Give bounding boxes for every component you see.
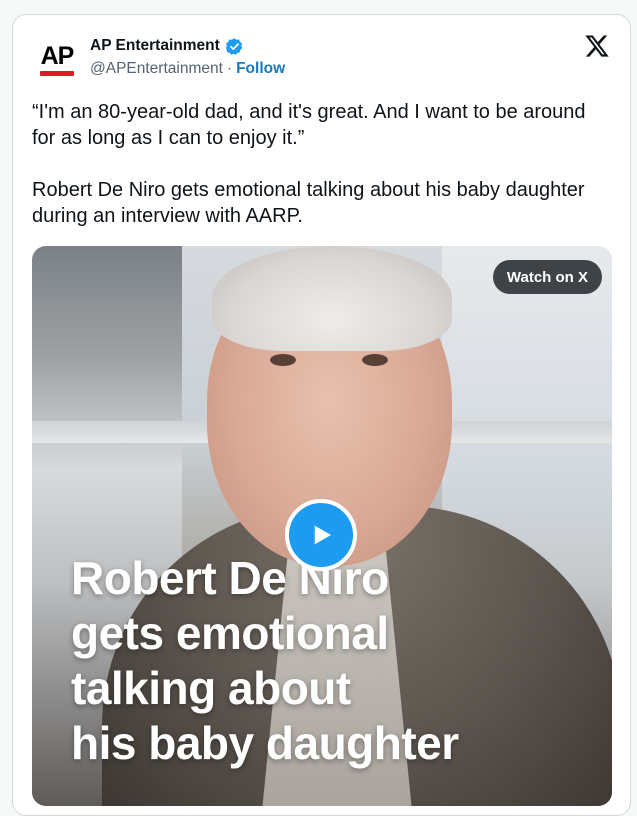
verified-badge-icon: [225, 37, 243, 55]
avatar[interactable]: AP: [33, 33, 81, 81]
x-logo-icon[interactable]: [584, 33, 610, 59]
tweet-header: AP AP Entertainment @APEntertainment · F…: [33, 33, 614, 85]
author-handle[interactable]: @APEntertainment: [90, 60, 223, 78]
video-player[interactable]: Watch on X Robert De Niro gets emotional…: [32, 246, 612, 806]
headline-line: gets emotional: [71, 607, 389, 659]
video-headline: Robert De Niro gets emotional talking ab…: [71, 551, 591, 771]
video-subject-eye-left: [270, 354, 296, 366]
avatar-logo-bar: [40, 70, 74, 76]
follow-button[interactable]: Follow: [236, 60, 285, 78]
tweet-quote: “I'm an 80-year-old dad, and it's great.…: [32, 101, 586, 149]
video-subject-hair: [212, 246, 452, 351]
tweet-body: Robert De Niro gets emotional talking ab…: [32, 179, 585, 227]
handle-row: @APEntertainment · Follow: [90, 58, 285, 80]
watch-on-x-button[interactable]: Watch on X: [492, 260, 602, 294]
author-block: AP Entertainment @APEntertainment · Foll…: [90, 35, 285, 80]
author-name-row: AP Entertainment: [90, 35, 285, 57]
headline-line: his baby daughter: [71, 717, 459, 769]
play-icon: [314, 525, 331, 545]
tweet-text: “I'm an 80-year-old dad, and it's great.…: [32, 99, 602, 229]
headline-line: talking about: [71, 662, 351, 714]
play-button[interactable]: [285, 499, 357, 571]
author-name[interactable]: AP Entertainment: [90, 37, 220, 55]
video-subject-eye-right: [362, 354, 388, 366]
tweet-card[interactable]: AP AP Entertainment @APEntertainment · F…: [12, 14, 631, 816]
avatar-logo-text: AP: [40, 41, 75, 70]
separator-dot: ·: [226, 60, 233, 77]
